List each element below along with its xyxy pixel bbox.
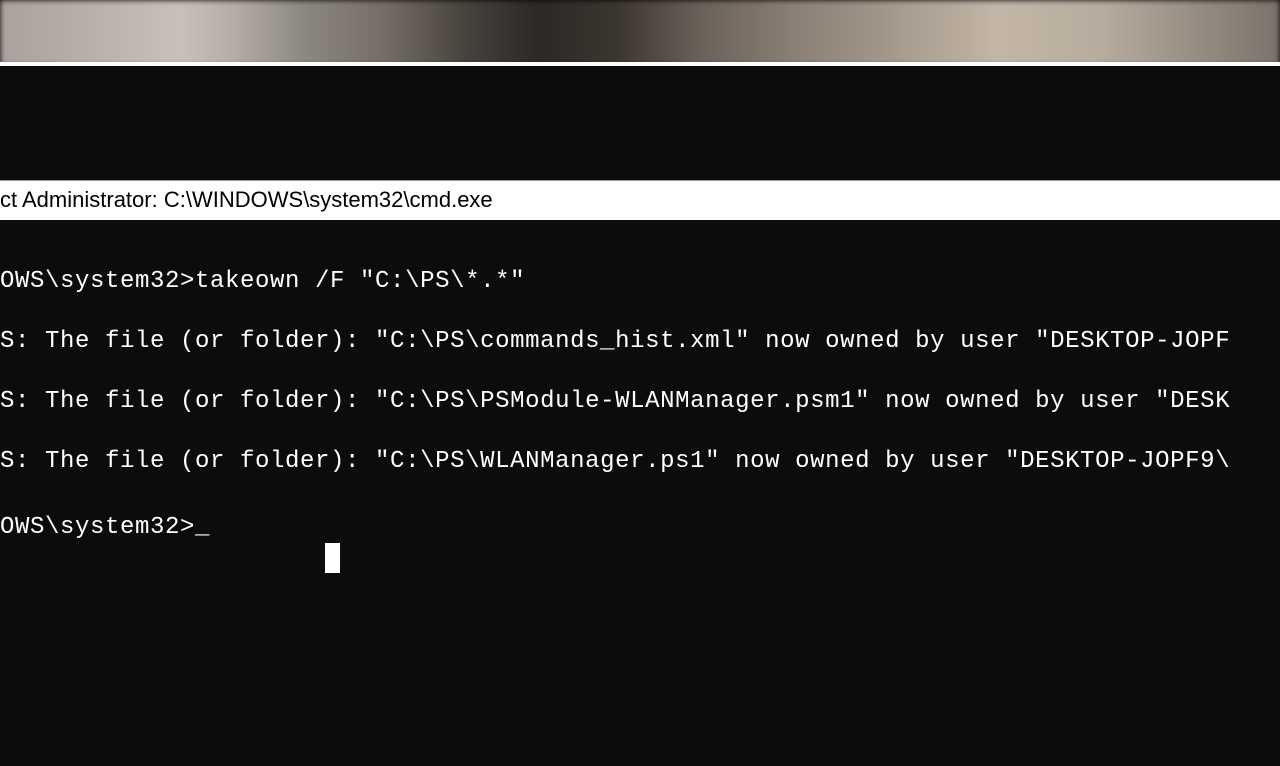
terminal-line: S: The file (or folder): "C:\PS\WLANMana… <box>0 448 1230 475</box>
text-cursor: _ <box>195 514 210 541</box>
background-blur-strip <box>0 0 1280 66</box>
cmd-titlebar[interactable]: ct Administrator: C:\WINDOWS\system32\cm… <box>0 180 1280 222</box>
terminal-line: OWS\system32>takeown /F "C:\PS\*.*" <box>0 268 525 295</box>
cmd-window-title: ct Administrator: C:\WINDOWS\system32\cm… <box>0 187 493 213</box>
terminal-prompt-text: OWS\system32> <box>0 514 195 541</box>
cmd-client-area[interactable]: OWS\system32>takeown /F "C:\PS\*.*" S: T… <box>0 220 1280 740</box>
terminal-line: S: The file (or folder): "C:\PS\PSModule… <box>0 388 1230 415</box>
mouse-cursor-icon <box>325 543 340 573</box>
terminal-line: S: The file (or folder): "C:\PS\commands… <box>0 328 1230 355</box>
terminal-prompt: OWS\system32>_ <box>0 514 210 541</box>
